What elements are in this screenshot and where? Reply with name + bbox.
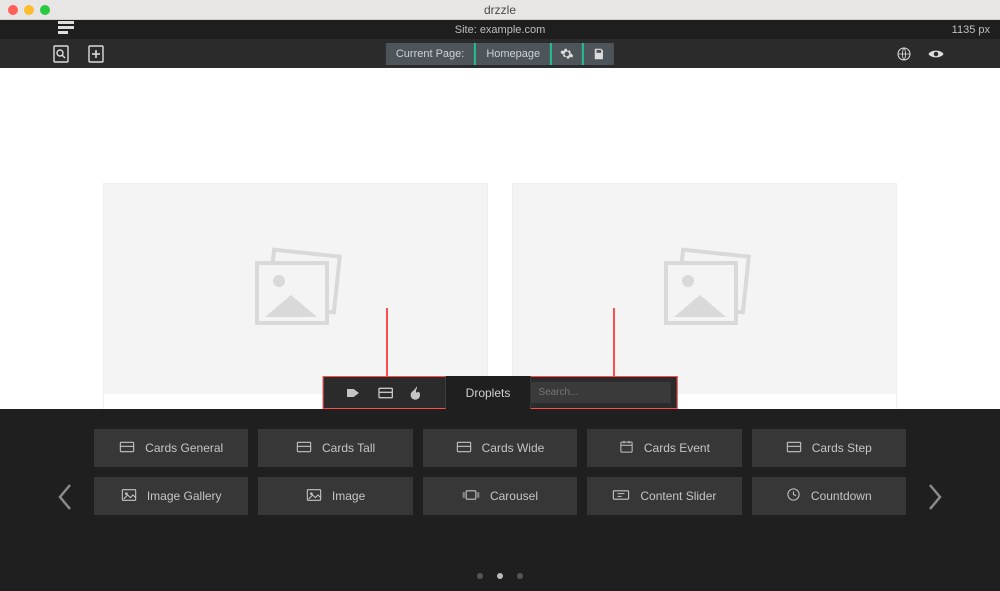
droplet-tile-label: Cards Step	[812, 441, 872, 455]
pager-dot[interactable]	[517, 573, 523, 579]
window-title: drzzle	[0, 3, 1000, 17]
globe-icon[interactable]	[895, 45, 913, 63]
pager-dot[interactable]	[497, 573, 503, 579]
minimize-dot[interactable]	[24, 5, 34, 15]
current-page-label: Current Page:	[396, 48, 464, 60]
droplet-tile[interactable]: Cards Step	[752, 429, 906, 467]
droplet-tile[interactable]: Cards General	[94, 429, 248, 467]
add-page-icon[interactable]	[87, 45, 105, 63]
site-bar: Site: example.com 1135 px	[0, 20, 1000, 39]
droplets-tabs: Droplets	[323, 376, 678, 409]
droplet-tile-label: Cards Wide	[482, 441, 545, 455]
carousel-next[interactable]	[926, 482, 944, 512]
current-page-value-seg[interactable]: Homepage	[474, 43, 550, 65]
calendar-icon	[619, 439, 634, 457]
clock-icon	[786, 487, 801, 505]
droplets-search-input[interactable]	[530, 382, 670, 403]
droplets-tab[interactable]: Droplets	[446, 376, 531, 409]
save-button[interactable]	[582, 43, 614, 65]
droplet-tile-label: Content Slider	[640, 489, 716, 503]
droplet-tile-label: Cards Event	[644, 441, 710, 455]
card-icon	[119, 440, 135, 457]
droplet-tile-label: Countdown	[811, 489, 872, 503]
card-icon	[456, 440, 472, 457]
droplet-tile[interactable]: Content Slider	[587, 477, 741, 515]
droplets-carousel: Cards General Cards Tall Cards Wide Cards E…	[94, 429, 906, 515]
zoom-dot[interactable]	[40, 5, 50, 15]
droplet-tile[interactable]: Countdown	[752, 477, 906, 515]
gear-icon	[560, 47, 574, 61]
card-icon	[296, 440, 312, 457]
droplet-tile[interactable]: Cards Event	[587, 429, 741, 467]
editor-canvas[interactable]: Card Title Droplets	[0, 68, 1000, 591]
pages-icon[interactable]	[58, 21, 74, 35]
carousel-pager	[0, 573, 1000, 579]
window-titlebar: drzzle	[0, 0, 1000, 20]
card-icon	[786, 440, 802, 457]
slider-icon	[612, 489, 630, 504]
droplet-tile-label: Image	[332, 489, 365, 503]
close-dot[interactable]	[8, 5, 18, 15]
card-image-placeholder	[104, 184, 487, 394]
droplet-tile-label: Carousel	[490, 489, 538, 503]
tag-icon[interactable]	[346, 386, 362, 400]
droplet-tile[interactable]: Cards Wide	[423, 429, 577, 467]
droplets-panel: Droplets Cards GeneralCards TallCards Wi…	[0, 409, 1000, 591]
page-settings-button[interactable]	[550, 43, 582, 65]
pager-dot[interactable]	[477, 573, 483, 579]
flame-icon[interactable]	[410, 385, 424, 401]
droplet-tile-label: Cards Tall	[322, 441, 375, 455]
search-page-icon[interactable]	[53, 45, 71, 63]
card-image-placeholder	[513, 184, 896, 394]
droplet-tile[interactable]: Image	[258, 477, 412, 515]
droplets-search-group	[530, 376, 677, 409]
droplet-tile-label: Cards General	[145, 441, 223, 455]
droplet-tile[interactable]: Image Gallery	[94, 477, 248, 515]
image-icon	[121, 488, 137, 505]
droplets-tab-label: Droplets	[466, 386, 511, 400]
card-filter-icon[interactable]	[378, 386, 394, 400]
current-page-value: Homepage	[486, 48, 540, 60]
carousel-prev[interactable]	[56, 482, 74, 512]
save-icon	[592, 47, 606, 61]
image-icon	[306, 488, 322, 505]
current-page-label-seg: Current Page:	[386, 43, 474, 65]
viewport-width: 1135 px	[952, 24, 990, 36]
carousel-icon	[462, 489, 480, 504]
droplet-tile[interactable]: Carousel	[423, 477, 577, 515]
droplet-tile-label: Image Gallery	[147, 489, 222, 503]
preview-icon[interactable]	[927, 45, 945, 63]
droplet-tile[interactable]: Cards Tall	[258, 429, 412, 467]
main-toolbar: Current Page: Homepage	[0, 39, 1000, 68]
droplets-filter-group	[323, 376, 446, 409]
traffic-lights	[8, 5, 50, 15]
site-label: Site: example.com	[455, 24, 545, 36]
